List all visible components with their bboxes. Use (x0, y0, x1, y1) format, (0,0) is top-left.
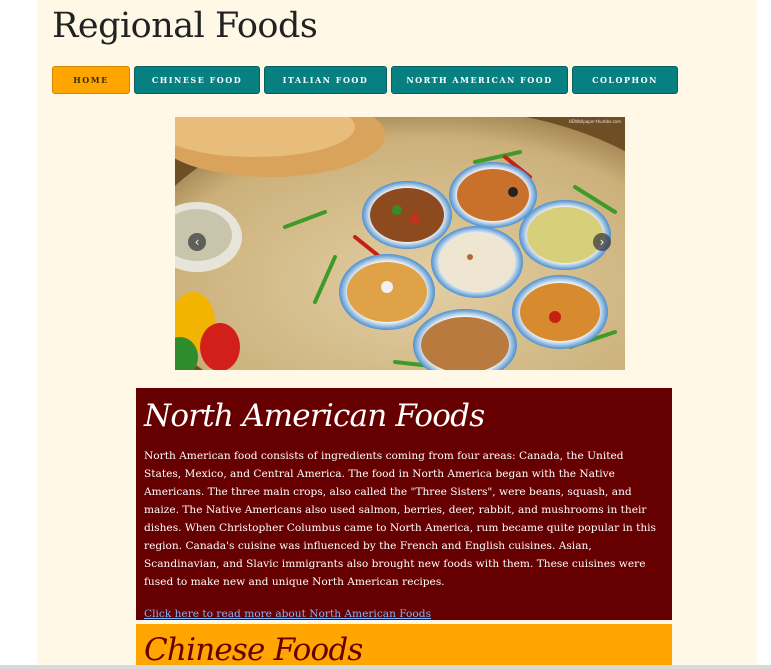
nav-item-chinese-food[interactable]: Chinese Food (134, 66, 260, 94)
bottom-edge-strip (0, 665, 771, 669)
chinese-foods-section: Chinese Foods (136, 624, 672, 669)
food-platter-image (175, 117, 625, 370)
section-heading: Chinese Foods (144, 632, 363, 668)
nav-item-colophon[interactable]: Colophon (572, 66, 678, 94)
chevron-right-icon[interactable]: › (593, 233, 611, 251)
nav-item-north-american-food[interactable]: North American Food (391, 66, 568, 94)
north-american-foods-section: North American Foods North American food… (136, 388, 672, 620)
chevron-left-icon[interactable]: ‹ (188, 233, 206, 251)
section-heading: North American Foods (144, 398, 485, 434)
image-watermark: HDWallpaper-thumbs.com (568, 119, 621, 124)
page-container: Regional Foods Home Chinese Food Italian… (37, 0, 757, 669)
nav-item-italian-food[interactable]: Italian Food (264, 66, 387, 94)
image-slider[interactable]: HDWallpaper-thumbs.com ‹ › (175, 117, 625, 370)
section-body: North American food consists of ingredie… (144, 450, 656, 588)
read-more-link[interactable]: Click here to read more about North Amer… (144, 608, 431, 620)
nav-item-home[interactable]: Home (52, 66, 130, 94)
site-title: Regional Foods (52, 6, 318, 46)
